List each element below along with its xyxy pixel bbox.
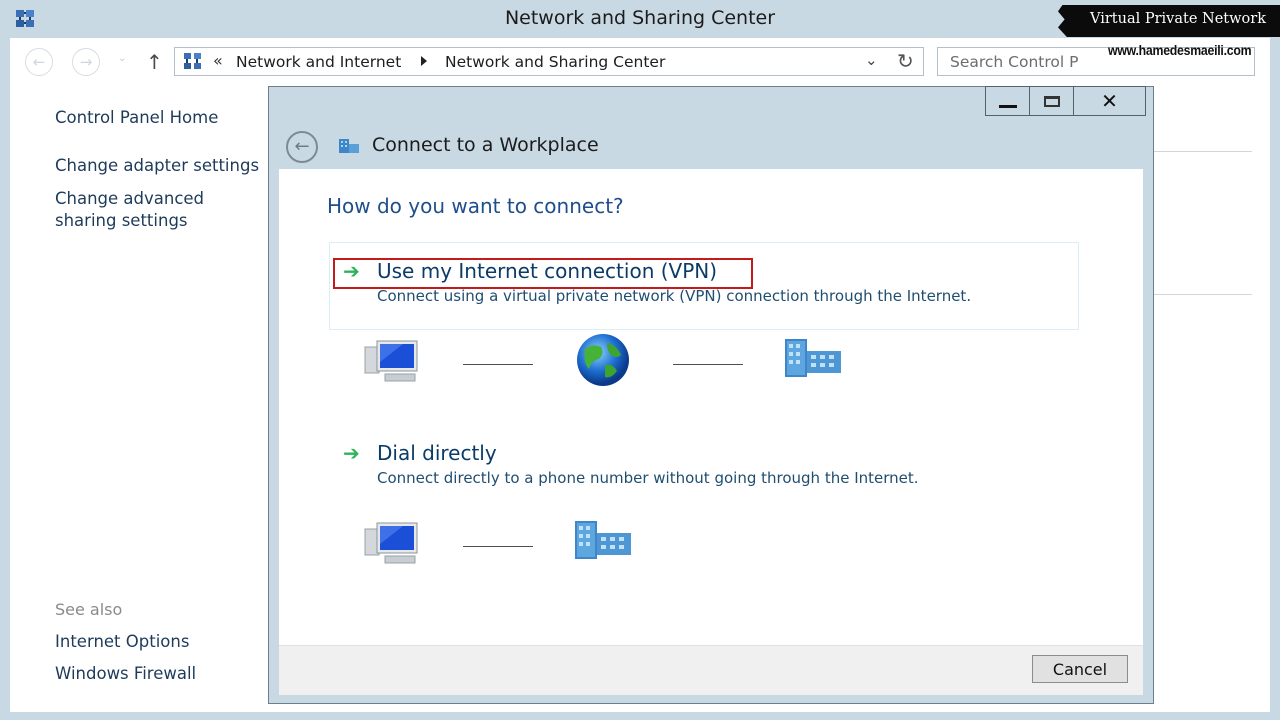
dialog-footer: Cancel: [279, 645, 1143, 695]
server-icon: [575, 521, 631, 559]
vpn-option-description: Connect using a virtual private network …: [377, 287, 972, 305]
connect-question-heading: How do you want to connect?: [327, 194, 624, 218]
change-adapter-settings-link[interactable]: Change adapter settings: [55, 156, 259, 175]
vpn-option-title[interactable]: Use my Internet connection (VPN): [377, 259, 717, 283]
maximize-icon: [1043, 95, 1060, 107]
dialog-body: How do you want to connect? ➔ Use my Int…: [279, 169, 1143, 645]
dial-option-description: Connect directly to a phone number witho…: [377, 469, 919, 487]
green-arrow-icon: ➔: [343, 441, 360, 465]
breadcrumb-separator-icon[interactable]: [421, 56, 427, 66]
connection-line: [463, 364, 533, 365]
control-panel-home-link[interactable]: Control Panel Home: [55, 108, 218, 127]
close-button[interactable]: ✕: [1074, 87, 1145, 115]
search-placeholder[interactable]: Search Control P: [950, 53, 1078, 71]
dialog-caption-buttons: ✕: [985, 86, 1146, 116]
dialog-back-button[interactable]: ←: [286, 131, 318, 163]
internet-options-link[interactable]: Internet Options: [55, 632, 189, 651]
dialog-title: Connect to a Workplace: [372, 134, 599, 156]
address-dropdown-icon[interactable]: ⌄: [865, 51, 878, 69]
cancel-button[interactable]: Cancel: [1032, 655, 1128, 683]
control-panel-icon: [184, 53, 201, 69]
watermark-title: Virtual Private Network: [1090, 11, 1266, 27]
breadcrumb-overflow-icon[interactable]: «: [213, 51, 223, 70]
divider: [1154, 151, 1252, 152]
close-icon: ✕: [1101, 89, 1118, 113]
change-advanced-sharing-link[interactable]: Change advanced sharing settings: [55, 188, 267, 232]
green-arrow-icon: ➔: [343, 259, 360, 283]
recent-locations-chevron-icon[interactable]: ⌄: [118, 53, 126, 64]
dial-option-title[interactable]: Dial directly: [377, 441, 497, 465]
forward-button[interactable]: →: [72, 48, 100, 76]
globe-icon: [577, 334, 629, 386]
connection-line: [463, 546, 533, 547]
address-bar[interactable]: « Network and Internet Network and Shari…: [174, 47, 924, 76]
divider: [1154, 294, 1252, 295]
breadcrumb-network-and-internet[interactable]: Network and Internet: [236, 53, 401, 71]
server-icon: [785, 339, 841, 377]
up-arrow-button[interactable]: ↑: [146, 50, 163, 74]
maximize-button[interactable]: [1030, 87, 1074, 115]
see-also-label: See also: [55, 600, 123, 619]
breadcrumb-network-and-sharing-center[interactable]: Network and Sharing Center: [445, 53, 665, 71]
refresh-icon[interactable]: ↻: [897, 49, 914, 73]
workplace-icon: [339, 139, 359, 153]
minimize-icon: [998, 104, 1017, 108]
computer-icon: [364, 340, 418, 382]
computer-icon: [364, 522, 418, 564]
connection-line: [673, 364, 743, 365]
minimize-button[interactable]: [986, 87, 1030, 115]
windows-firewall-link[interactable]: Windows Firewall: [55, 664, 196, 683]
connect-to-workplace-dialog: ✕ ← Connect to a Workplace How do you wa…: [268, 86, 1154, 704]
back-button[interactable]: ←: [25, 48, 53, 76]
watermark-url: www.hamedesmaeili.com: [1108, 42, 1252, 58]
